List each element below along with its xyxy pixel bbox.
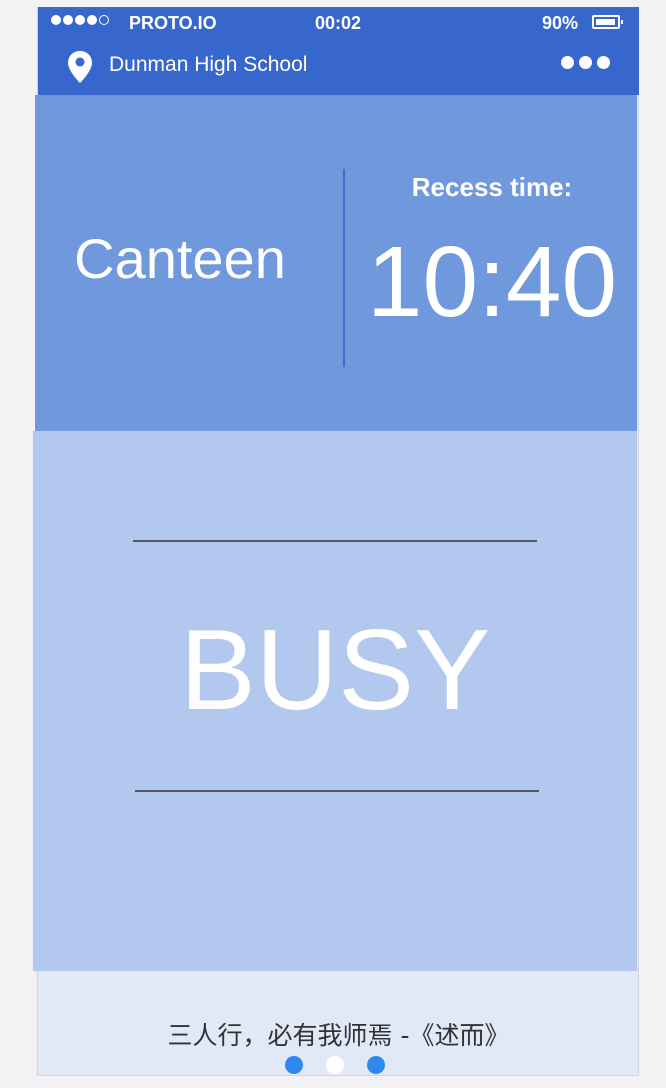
page-indicator	[285, 1056, 385, 1074]
signal-dots-icon	[51, 15, 109, 25]
page-dot[interactable]	[367, 1056, 385, 1074]
more-dots-icon[interactable]	[561, 56, 610, 69]
nav-bar: Dunman High School	[38, 40, 639, 95]
crowd-status: BUSY	[179, 607, 491, 734]
info-panel: Canteen Recess time: 10:40	[35, 95, 637, 431]
status-bar: PROTO.IO 00:02 90%	[38, 7, 639, 40]
recess-time: 10:40	[366, 226, 618, 338]
map-pin-icon[interactable]	[67, 50, 93, 84]
divider-top	[133, 540, 537, 542]
page-dot[interactable]	[326, 1056, 344, 1074]
divider-bottom	[135, 790, 539, 792]
page-dot[interactable]	[285, 1056, 303, 1074]
quote-text: 三人行，必有我师焉 -《述而》	[167, 1021, 510, 1050]
battery-icon	[592, 15, 623, 29]
carrier-name: PROTO.IO	[129, 13, 217, 33]
crowd-status-panel: BUSY	[33, 431, 637, 971]
recess-label: Recess time:	[411, 172, 573, 202]
nav-title: Dunman High School	[109, 53, 308, 76]
vertical-divider	[343, 169, 345, 367]
battery-percent: 90%	[542, 13, 579, 33]
location-name: Canteen	[74, 227, 286, 290]
status-time: 00:02	[315, 13, 362, 33]
